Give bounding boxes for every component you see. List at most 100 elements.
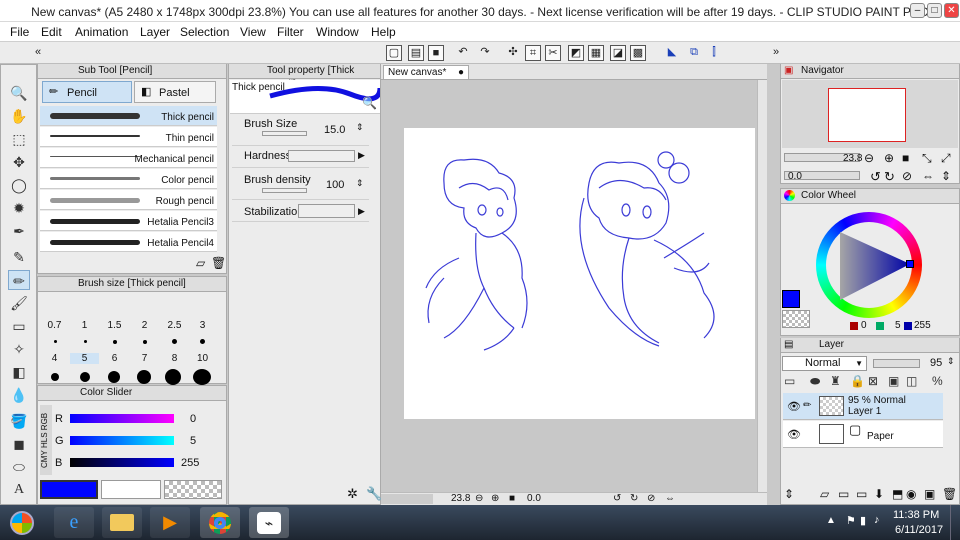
opacity-value[interactable]: 95 xyxy=(930,357,942,369)
layer-clip-icon[interactable]: ⬬ xyxy=(810,374,820,389)
brush-item[interactable]: Hetalia Pencil3 xyxy=(40,211,217,231)
r-slider[interactable] xyxy=(70,414,174,423)
v-value[interactable]: 255 xyxy=(914,320,931,331)
menu-view[interactable]: View xyxy=(240,25,266,39)
tray-arrow-icon[interactable]: ▲ xyxy=(826,515,836,526)
collapse-left-icon[interactable]: « xyxy=(30,45,46,61)
blend-icon[interactable]: 💧 xyxy=(8,385,30,405)
snap-ruler-icon[interactable]: ⧉ xyxy=(686,45,702,61)
snap-special-ruler-icon[interactable]: ⫿ xyxy=(706,45,722,61)
pen-tool-icon[interactable]: ✎ xyxy=(8,247,30,267)
open-file-icon[interactable]: ▤ xyxy=(408,45,424,61)
start-button[interactable] xyxy=(2,507,42,538)
transfer-down-icon[interactable]: ⬇ xyxy=(874,487,884,501)
brush-item[interactable]: Thin pencil xyxy=(40,127,217,147)
gradient-icon[interactable]: ◼ xyxy=(8,434,30,454)
chrome-taskbar-icon[interactable] xyxy=(200,507,240,538)
main-color-swatch[interactable] xyxy=(40,480,98,499)
menu-help[interactable]: Help xyxy=(371,25,396,39)
density-stepper-icon[interactable]: ⇕ xyxy=(356,178,364,189)
eye-icon[interactable]: 👁 xyxy=(787,400,801,413)
stabilization-arrow-icon[interactable]: ▶ xyxy=(358,206,365,217)
clear-icon[interactable]: ✣ xyxy=(505,45,521,61)
blend-mode-select[interactable]: Normal ▼ xyxy=(782,356,867,371)
magnifier-icon[interactable]: 🔍 xyxy=(362,96,377,110)
hardness-arrow-icon[interactable]: ▶ xyxy=(358,150,365,161)
nav-rotate-left-icon[interactable]: ↺ xyxy=(870,169,881,185)
nav-actual-size-icon[interactable]: ⤡ xyxy=(922,151,932,166)
navigator-zoom-value[interactable]: 23.8 xyxy=(843,153,862,164)
menu-animation[interactable]: Animation xyxy=(75,25,128,39)
rotate-left-icon[interactable]: ↺ xyxy=(613,493,621,504)
brush-size-preset[interactable]: 6 xyxy=(100,353,129,364)
layer-lock-alpha-icon[interactable]: ⊠ xyxy=(868,374,878,388)
brush-size-preset[interactable]: 0.7 xyxy=(40,320,69,331)
hardness-selector[interactable] xyxy=(288,150,355,162)
show-desktop-button[interactable] xyxy=(950,505,960,540)
drawing-paper[interactable] xyxy=(404,128,755,419)
color-mode-tabs[interactable]: CMY HLS RGB xyxy=(40,405,52,475)
settings-wheel-icon[interactable]: ✲ xyxy=(347,486,358,502)
b-value[interactable]: 255 xyxy=(181,457,199,469)
canvas-scrollbar-v[interactable] xyxy=(757,80,767,492)
brush-size-preset[interactable]: 1 xyxy=(70,320,99,331)
tab-close-icon[interactable]: ● xyxy=(458,66,464,79)
menu-window[interactable]: Window xyxy=(316,25,359,39)
zoom-in-icon[interactable]: ⊕ xyxy=(491,493,499,504)
brush-size-slider[interactable] xyxy=(262,131,307,136)
figure-icon[interactable]: ⬭ xyxy=(8,457,30,477)
cw-main-color[interactable] xyxy=(782,290,800,308)
merge-icon[interactable]: ⬒ xyxy=(892,487,903,501)
tab-pastel[interactable]: ◧ Pastel xyxy=(134,81,216,103)
menu-layer[interactable]: Layer xyxy=(140,25,170,39)
color-picker-handle[interactable] xyxy=(906,260,914,268)
nav-reset-icon[interactable]: ⊘ xyxy=(902,169,912,183)
collapse-right-icon[interactable]: » xyxy=(768,45,784,61)
brush-size-preset[interactable]: 3 xyxy=(188,320,217,331)
cw-transparent-swatch[interactable] xyxy=(782,310,810,328)
menu-edit[interactable]: Edit xyxy=(41,25,62,39)
tab-pencil[interactable]: ✏ Pencil xyxy=(42,81,132,103)
brush-item[interactable]: Thick pencil xyxy=(40,106,217,126)
canvas-scrollbar-h[interactable] xyxy=(381,494,433,504)
crop-icon[interactable]: ✂ xyxy=(545,45,561,61)
menu-selection[interactable]: Selection xyxy=(180,25,229,39)
move-layer-icon[interactable]: ⬚ xyxy=(8,129,30,149)
mask-icon[interactable]: ◉ xyxy=(906,487,916,501)
close-button[interactable]: ✕ xyxy=(944,3,959,18)
eyedropper-icon[interactable]: ✒ xyxy=(8,221,30,241)
layer-row[interactable]: 👁 ▢ Paper xyxy=(783,421,943,448)
canvas-zoom-value[interactable]: 23.8 xyxy=(451,493,470,504)
delete-subtool-icon[interactable]: 🗑 xyxy=(211,256,226,270)
brush-size-preset[interactable]: 10 xyxy=(188,353,217,364)
brush-size-preset[interactable]: 7 xyxy=(130,353,159,364)
pencil-tool-icon[interactable]: ✏ xyxy=(8,270,30,290)
airbrush-icon[interactable]: ▭ xyxy=(8,316,30,336)
selection-tool-icon[interactable]: ◯ xyxy=(8,175,30,195)
brush-item[interactable]: Hetalia Pencil4 xyxy=(40,232,217,252)
brush-size-preset[interactable]: 2 xyxy=(130,320,159,331)
brush-size-preset[interactable]: 5 xyxy=(70,353,99,364)
tab-cmy[interactable]: CMY xyxy=(40,450,49,468)
save-icon[interactable]: ■ xyxy=(428,45,444,61)
nav-zoom-in-icon[interactable]: ⊕ xyxy=(884,151,894,165)
brush-item[interactable]: Rough pencil xyxy=(40,190,217,210)
tab-hls[interactable]: HLS xyxy=(40,432,49,448)
canvas-rotation-value[interactable]: 0.0 xyxy=(527,493,541,504)
reset-rotation-icon[interactable]: ⊘ xyxy=(647,493,655,504)
density-slider[interactable] xyxy=(262,188,307,193)
menu-file[interactable]: File xyxy=(10,25,29,39)
brush-size-preset[interactable]: 8 xyxy=(160,353,189,364)
opacity-slider[interactable] xyxy=(873,359,920,368)
g-value[interactable]: 5 xyxy=(190,435,196,447)
ie-taskbar-icon[interactable]: e xyxy=(54,507,94,538)
fill-tool-icon[interactable]: 🪣 xyxy=(8,411,30,431)
ruler-icon[interactable]: ◣ xyxy=(664,45,680,61)
explorer-taskbar-icon[interactable] xyxy=(102,507,142,538)
flip-icon[interactable]: ⇔ xyxy=(665,493,675,504)
clear-layer-icon[interactable]: ▣ xyxy=(924,487,935,501)
operation-icon[interactable]: ✥ xyxy=(8,152,30,172)
brush-size-value[interactable]: 15.0 xyxy=(324,124,345,136)
new-file-icon[interactable]: ▢ xyxy=(386,45,402,61)
brush-item[interactable]: Mechanical pencil xyxy=(40,148,217,168)
